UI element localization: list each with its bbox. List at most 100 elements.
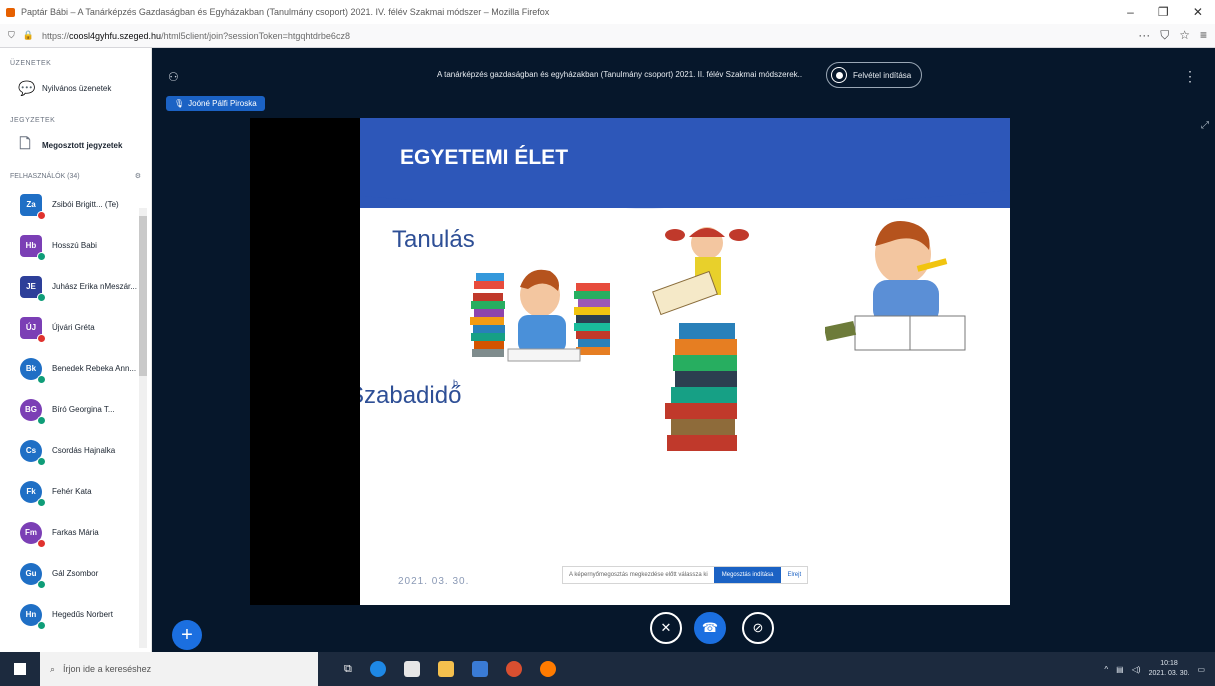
avatar: Cs <box>20 439 46 466</box>
avatar-initials: Hb <box>25 241 37 250</box>
user-list-item[interactable]: Hb Hosszú Babi <box>0 225 151 266</box>
url-bar[interactable]: https://coosl4gyhfu.szeged.hu/html5clien… <box>42 31 1130 41</box>
presentation-slide: EGYETEMI ÉLET Tanulás Szabadidő b <box>360 118 1010 605</box>
user-name: Bíró Georgina T... <box>52 405 115 414</box>
store-icon[interactable] <box>403 661 420 677</box>
sidebar-scrollbar[interactable] <box>139 208 147 648</box>
user-name: Zsibói Brigitt... (Te) <box>52 200 119 209</box>
user-list-item[interactable]: Fm Farkas Mária <box>0 512 151 553</box>
user-list-item[interactable]: BG Bíró Georgina T... <box>0 389 151 430</box>
book-stack-left <box>470 273 505 357</box>
avatar-initials: Bk <box>25 364 37 373</box>
tray-chevron-icon[interactable]: ^ <box>1104 665 1108 674</box>
menu-icon[interactable]: ≡ <box>1200 28 1207 43</box>
window-title: Paptár Bábi – A Tanárképzés Gazdaságban … <box>21 7 550 17</box>
clock[interactable]: 10:18 2021. 03. 30. <box>1149 659 1190 679</box>
status-dot <box>37 333 46 343</box>
lock-icon[interactable]: 🔒 <box>23 30 34 41</box>
notes-icon: 🗋 <box>19 135 31 151</box>
slide-header: EGYETEMI ÉLET <box>360 118 1010 209</box>
book-stack-center <box>665 323 737 451</box>
public-chat-label: Nyilvános üzenetek <box>42 83 112 93</box>
avatar: ÚJ <box>20 316 46 343</box>
meeting-title: A tanárképzés gazdaságban és egyházakban… <box>437 70 802 79</box>
public-chat-item[interactable]: 💬 Nyilvános üzenetek <box>0 71 151 105</box>
shared-notes-item[interactable]: 🗋 Megosztott jegyzetek <box>0 128 151 162</box>
fullscreen-icon[interactable]: ⤢ <box>1201 120 1209 131</box>
avatar-initials: Gu <box>25 569 37 578</box>
slide-text-tanulas: Tanulás <box>392 226 475 253</box>
user-name: Hosszú Babi <box>52 241 97 250</box>
avatar-initials: JE <box>26 282 36 291</box>
status-dot <box>37 251 46 261</box>
actions-plus-button[interactable]: + <box>172 620 202 650</box>
avatar: BG <box>20 398 46 425</box>
user-name: Újvári Gréta <box>52 323 95 332</box>
avatar-initials: ÚJ <box>25 323 37 332</box>
user-list-item[interactable]: Gu Gál Zsombor <box>0 553 151 594</box>
status-dot <box>37 538 46 548</box>
user-list-item[interactable]: JE Juhász Erika nMeszár... <box>0 266 151 307</box>
url-domain: coosl4gyhfu.szeged.hu <box>69 30 162 41</box>
edge-icon[interactable] <box>369 661 386 677</box>
main-area: ⚇ A tanárképzés gazdaságban és egyházakb… <box>152 48 1215 652</box>
user-name: Juhász Erika nMeszár... <box>52 282 137 291</box>
avatar-initials: Za <box>26 200 36 209</box>
file-explorer-icon[interactable] <box>437 661 454 677</box>
bookmark-star-icon[interactable]: ☆ <box>1179 28 1190 43</box>
url-prefix: https:// <box>41 30 69 41</box>
settings-gear-icon[interactable]: ⚙ <box>135 172 141 180</box>
screenshare-notice: A képernyőmegosztás megkezdése előtt vál… <box>562 566 809 584</box>
camera-button[interactable]: ⊘ <box>742 612 774 644</box>
user-list-item[interactable]: ÚJ Újvári Gréta <box>0 307 151 348</box>
user-list-item[interactable]: Fk Fehér Kata <box>0 471 151 512</box>
mute-button[interactable]: ✕ <box>650 612 682 644</box>
record-button[interactable]: Felvétel indítása <box>826 62 923 88</box>
avatar-initials: Fm <box>25 528 37 537</box>
user-name: Gál Zsombor <box>52 569 99 578</box>
more-icon[interactable]: ··· <box>1138 28 1150 43</box>
users-title: FELHASZNÁLÓK (34) <box>10 172 80 180</box>
user-list-item[interactable]: Za Zsibói Brigitt... (Te) <box>0 184 151 225</box>
notifications-icon[interactable]: ▭ <box>1197 665 1205 674</box>
microphone-off-icon: ✕ <box>660 620 672 635</box>
network-icon[interactable]: ▤ <box>1116 665 1124 674</box>
avatar: Gu <box>20 562 46 589</box>
user-list-item[interactable]: Hn Hegedűs Norbert <box>0 594 151 635</box>
status-dot <box>37 415 46 425</box>
office-icon[interactable] <box>505 661 522 677</box>
task-view-icon[interactable]: ⧉ <box>344 663 352 676</box>
start-share-button[interactable]: Megosztás indítása <box>713 567 782 583</box>
options-menu-icon[interactable]: ⋮ <box>1183 68 1197 85</box>
firefox-icon <box>6 7 15 17</box>
scrollbar-thumb[interactable] <box>139 216 147 376</box>
firefox-taskbar-icon[interactable] <box>539 661 556 677</box>
avatar: Bk <box>20 357 46 384</box>
phone-button[interactable]: ☎ <box>694 612 726 644</box>
chat-icon: 💬 <box>18 79 36 96</box>
browser-titlebar: Paptár Bábi – A Tanárképzés Gazdaságban … <box>0 0 1215 24</box>
maximize-icon[interactable]: ❐ <box>1158 5 1169 19</box>
user-name: Fehér Kata <box>52 487 92 496</box>
user-list-item[interactable]: Cs Csordás Hajnalka <box>0 430 151 471</box>
user-list-item[interactable]: Bk Benedek Rebeka Ann... <box>0 348 151 389</box>
user-name: Csordás Hajnalka <box>52 446 116 455</box>
shield-icon[interactable]: ⛉ <box>8 30 15 41</box>
pocket-icon[interactable]: ⛉ <box>1160 28 1169 43</box>
close-icon[interactable]: ✕ <box>1193 5 1203 19</box>
hide-button[interactable]: Elrejt <box>787 572 807 578</box>
clock-date: 2021. 03. 30. <box>1148 670 1190 677</box>
user-list-toggle-icon[interactable]: ⚇ <box>168 70 179 84</box>
presenter-name: Joóné Pálfi Piroska <box>188 99 257 108</box>
minimize-icon[interactable]: – <box>1127 5 1134 19</box>
user-name: Farkas Mária <box>52 528 99 537</box>
taskbar-search[interactable]: ⌕ Írjon ide a kereséshez <box>40 652 318 686</box>
user-name: Benedek Rebeka Ann... <box>52 364 137 373</box>
status-dot <box>37 497 46 507</box>
browser-navbar: ⛉ 🔒 https://coosl4gyhfu.szeged.hu/html5c… <box>0 24 1215 48</box>
taskbar-search-placeholder: Írjon ide a kereséshez <box>63 664 152 674</box>
windows-logo-icon <box>14 663 26 675</box>
start-button[interactable] <box>0 652 40 686</box>
volume-icon[interactable]: ◁) <box>1132 665 1141 674</box>
mail-icon[interactable] <box>471 661 488 677</box>
